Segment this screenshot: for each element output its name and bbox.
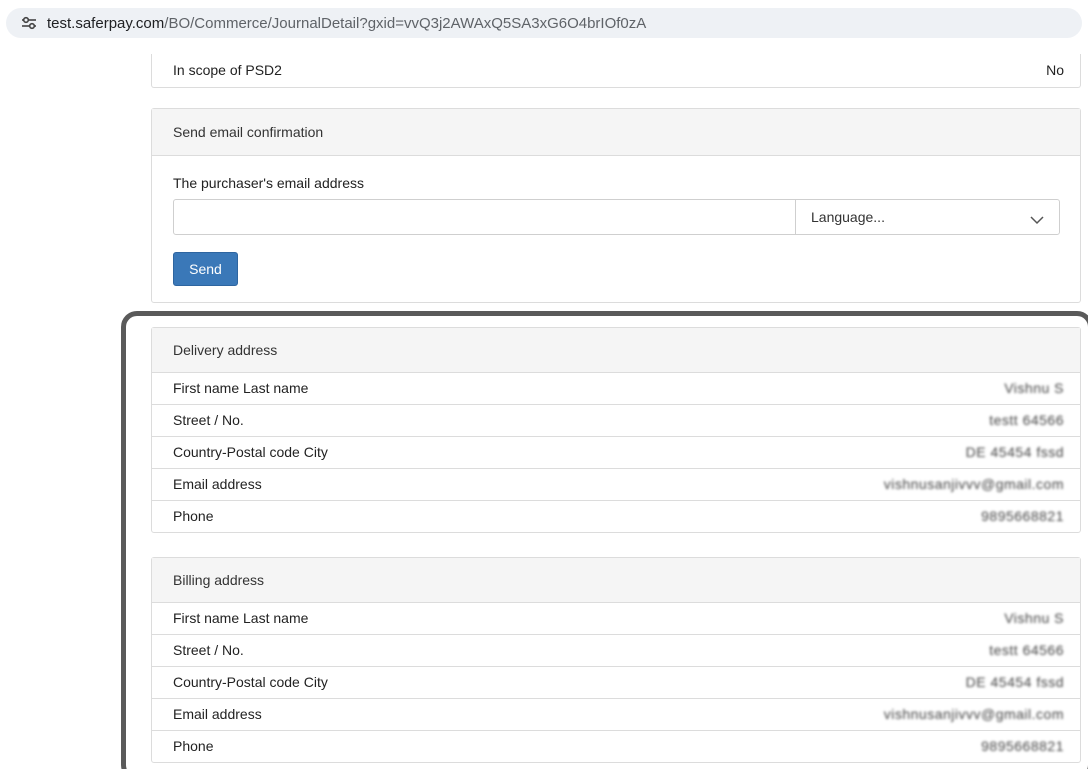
table-row: Street / No. testt 64566 (152, 405, 1080, 437)
row-label: Phone (173, 738, 214, 754)
psd2-value: No (1046, 62, 1064, 78)
row-value: Vishnu S (1004, 380, 1064, 396)
delivery-address-panel: Delivery address First name Last name Vi… (151, 327, 1081, 533)
row-label: Street / No. (173, 642, 244, 658)
row-label: Country-Postal code City (173, 444, 328, 460)
psd2-label: In scope of PSD2 (173, 62, 282, 78)
table-row: Street / No. testt 64566 (152, 635, 1080, 667)
table-row: Country-Postal code City DE 45454 fssd (152, 667, 1080, 699)
email-confirmation-panel: Send email confirmation The purchaser's … (151, 108, 1081, 303)
row-value: testt 64566 (989, 412, 1064, 428)
language-select[interactable]: Language... (795, 199, 1060, 235)
row-label: First name Last name (173, 610, 309, 626)
row-value: Vishnu S (1004, 610, 1064, 626)
row-label: First name Last name (173, 380, 309, 396)
row-value: 9895668821 (981, 508, 1064, 524)
chevron-down-icon (1029, 212, 1045, 225)
url-text[interactable]: test.saferpay.com/BO/Commerce/JournalDet… (47, 14, 646, 34)
table-row: First name Last name Vishnu S (152, 603, 1080, 635)
row-value: 9895668821 (981, 738, 1064, 754)
table-row: Email address vishnusanjivvv@gmail.com (152, 699, 1080, 731)
billing-address-title: Billing address (152, 558, 1080, 603)
row-label: Phone (173, 508, 214, 524)
url-path: /BO/Commerce/JournalDetail?gxid=vvQ3j2AW… (164, 15, 647, 32)
email-field[interactable] (173, 199, 796, 235)
email-confirmation-title: Send email confirmation (152, 109, 1080, 156)
email-field-label: The purchaser's email address (173, 175, 364, 191)
table-row: Phone 9895668821 (152, 501, 1080, 533)
row-value: vishnusanjivvv@gmail.com (883, 706, 1064, 722)
row-value: vishnusanjivvv@gmail.com (883, 476, 1064, 492)
table-row: Country-Postal code City DE 45454 fssd (152, 437, 1080, 469)
send-button[interactable]: Send (173, 252, 238, 286)
row-label: Email address (173, 706, 262, 722)
row-value: testt 64566 (989, 642, 1064, 658)
row-label: Street / No. (173, 412, 244, 428)
table-row: First name Last name Vishnu S (152, 373, 1080, 405)
table-row: Email address vishnusanjivvv@gmail.com (152, 469, 1080, 501)
psd2-row: In scope of PSD2 No (151, 54, 1081, 88)
browser-url-bar: test.saferpay.com/BO/Commerce/JournalDet… (0, 0, 1088, 40)
row-label: Email address (173, 476, 262, 492)
language-select-value: Language... (811, 209, 885, 225)
delivery-address-title: Delivery address (152, 328, 1080, 373)
url-host: test.saferpay.com (47, 15, 165, 32)
row-value: DE 45454 fssd (965, 444, 1064, 460)
billing-address-panel: Billing address First name Last name Vis… (151, 557, 1081, 763)
tune-icon[interactable] (20, 14, 38, 32)
row-label: Country-Postal code City (173, 674, 328, 690)
table-row: Phone 9895668821 (152, 731, 1080, 763)
row-value: DE 45454 fssd (965, 674, 1064, 690)
